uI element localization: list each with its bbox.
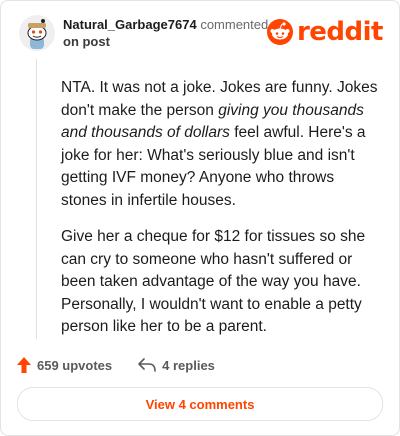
commented-label: commented bbox=[200, 17, 269, 32]
comment-paragraph-2: Give her a cheque for $12 for tissues so… bbox=[61, 228, 366, 335]
reddit-wordmark: reddit bbox=[296, 17, 384, 47]
comment-actions: 659 upvotes 4 replies bbox=[17, 355, 241, 375]
comment-card: Natural_Garbage7674 commented on post re… bbox=[0, 0, 400, 436]
snoo-avatar-icon bbox=[19, 15, 55, 51]
view-comments-button[interactable]: View 4 comments bbox=[17, 387, 383, 421]
upvote-arrow-icon bbox=[17, 357, 31, 373]
username-link[interactable]: Natural_Garbage7674 bbox=[63, 17, 197, 32]
reddit-logo[interactable]: reddit bbox=[266, 17, 384, 47]
on-post-link[interactable]: on post bbox=[63, 34, 110, 49]
comment-paragraph-1: NTA. It was not a joke. Jokes are funny.… bbox=[61, 79, 378, 209]
reply-count: 4 replies bbox=[162, 357, 215, 373]
upvote-count: 659 upvotes bbox=[37, 357, 113, 373]
reddit-snoo-icon bbox=[266, 19, 293, 45]
upvote-button[interactable]: 659 upvotes bbox=[17, 357, 112, 373]
user-avatar[interactable] bbox=[19, 15, 55, 51]
thread-line bbox=[36, 59, 37, 339]
comment-body: NTA. It was not a joke. Jokes are funny.… bbox=[61, 77, 379, 353]
comment-header: Natural_Garbage7674 commented on post bbox=[63, 16, 273, 50]
reply-arrow-icon bbox=[138, 358, 156, 372]
replies-button[interactable]: 4 replies bbox=[138, 358, 215, 373]
